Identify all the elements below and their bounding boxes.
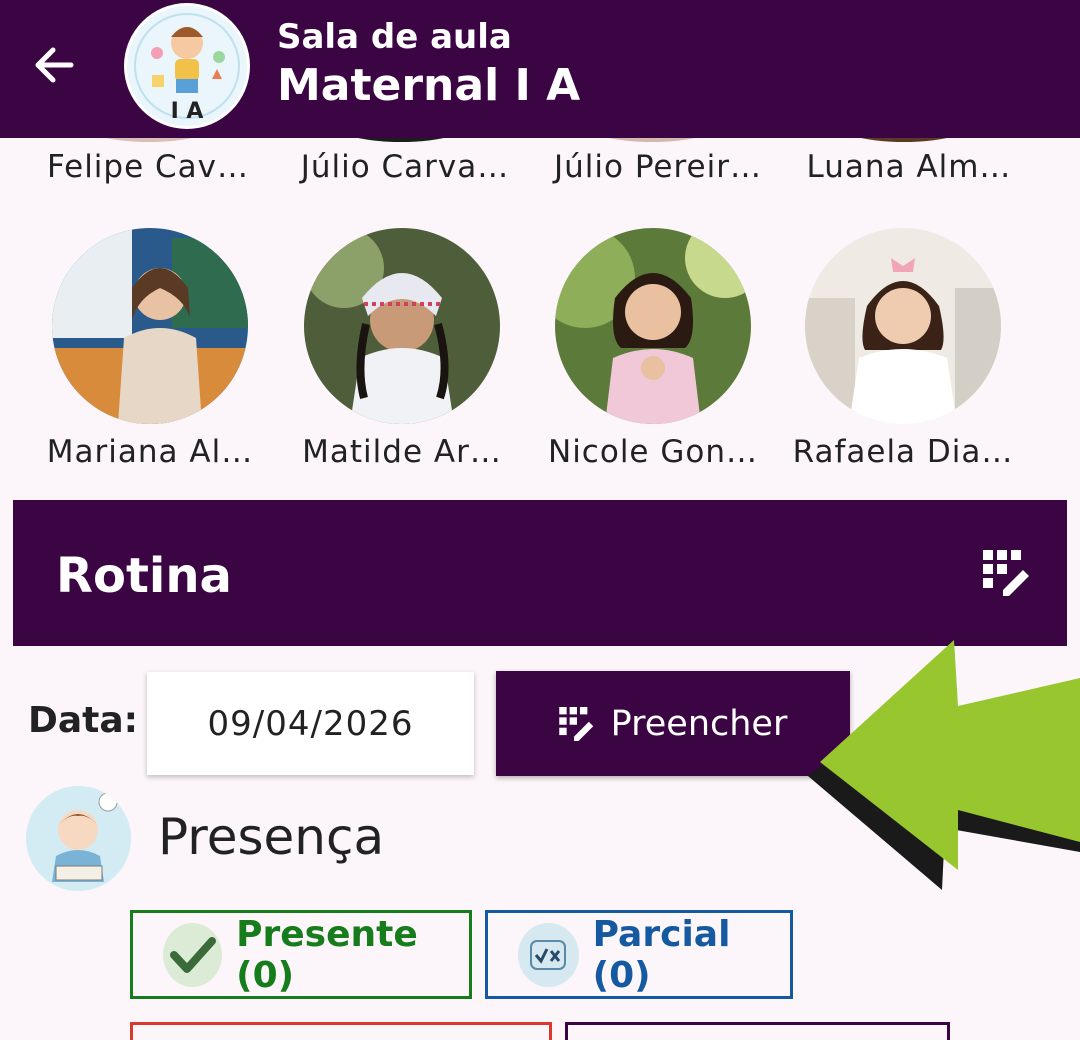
- edit-grid-icon[interactable]: [983, 550, 1031, 601]
- student-name: Rafaela Dia…: [792, 434, 1014, 470]
- student-card[interactable]: Júlio Carva…: [290, 149, 520, 185]
- date-field[interactable]: 09/04/2026: [147, 672, 474, 775]
- partial-check-icon: [518, 922, 579, 987]
- student-card[interactable]: Felipe Cav…: [33, 149, 263, 185]
- fill-button-label: Preencher: [610, 703, 788, 744]
- class-avatar-text: I A: [170, 99, 204, 124]
- back-button[interactable]: [22, 30, 84, 100]
- student-photo: [555, 228, 751, 424]
- chip-partial[interactable]: [130, 1022, 552, 1040]
- student-name: Júlio Pereir…: [554, 149, 762, 185]
- presente-chip[interactable]: Presente (0): [130, 910, 472, 999]
- student-card[interactable]: Luana Alm…: [794, 149, 1024, 185]
- student-name: Matilde Ar…: [302, 434, 502, 470]
- parcial-chip-label: Parcial (0): [592, 913, 731, 996]
- rotina-header: Rotina: [13, 500, 1067, 646]
- student-name: Júlio Carva…: [300, 149, 510, 185]
- fill-button[interactable]: Preencher: [496, 671, 850, 776]
- check-icon: [163, 922, 223, 987]
- student-name: Felipe Cav…: [46, 149, 250, 185]
- chip-partial[interactable]: [565, 1022, 950, 1040]
- student-photo: [52, 228, 248, 424]
- student-card[interactable]: Mariana Al…: [35, 228, 265, 470]
- header-subtitle: Sala de aula: [277, 17, 512, 57]
- presence-title: Presença: [158, 808, 385, 866]
- date-label: Data:: [28, 700, 139, 741]
- student-name: Luana Alm…: [806, 149, 1012, 185]
- header-title: Maternal I A: [277, 60, 581, 111]
- edit-grid-icon: [558, 706, 593, 741]
- presente-chip-label: Presente (0): [236, 913, 418, 996]
- arrow-back-icon: [35, 47, 74, 83]
- student-card[interactable]: Matilde Ar…: [287, 228, 517, 470]
- student-photo: [304, 228, 500, 424]
- student-photo: [805, 228, 1001, 424]
- student-name: Mariana Al…: [46, 434, 254, 470]
- class-avatar: I A: [124, 3, 250, 129]
- parcial-chip[interactable]: Parcial (0): [485, 910, 793, 999]
- rotina-title: Rotina: [56, 548, 232, 604]
- student-card[interactable]: Júlio Pereir…: [543, 149, 773, 185]
- student-card[interactable]: Nicole Gon…: [538, 228, 768, 470]
- presence-avatar: [26, 786, 131, 891]
- annotation-arrow: [808, 640, 1080, 890]
- student-card[interactable]: Rafaela Dia…: [788, 228, 1018, 470]
- app-bar: I A Sala de aula Maternal I A: [0, 0, 1080, 138]
- student-name: Nicole Gon…: [548, 434, 758, 470]
